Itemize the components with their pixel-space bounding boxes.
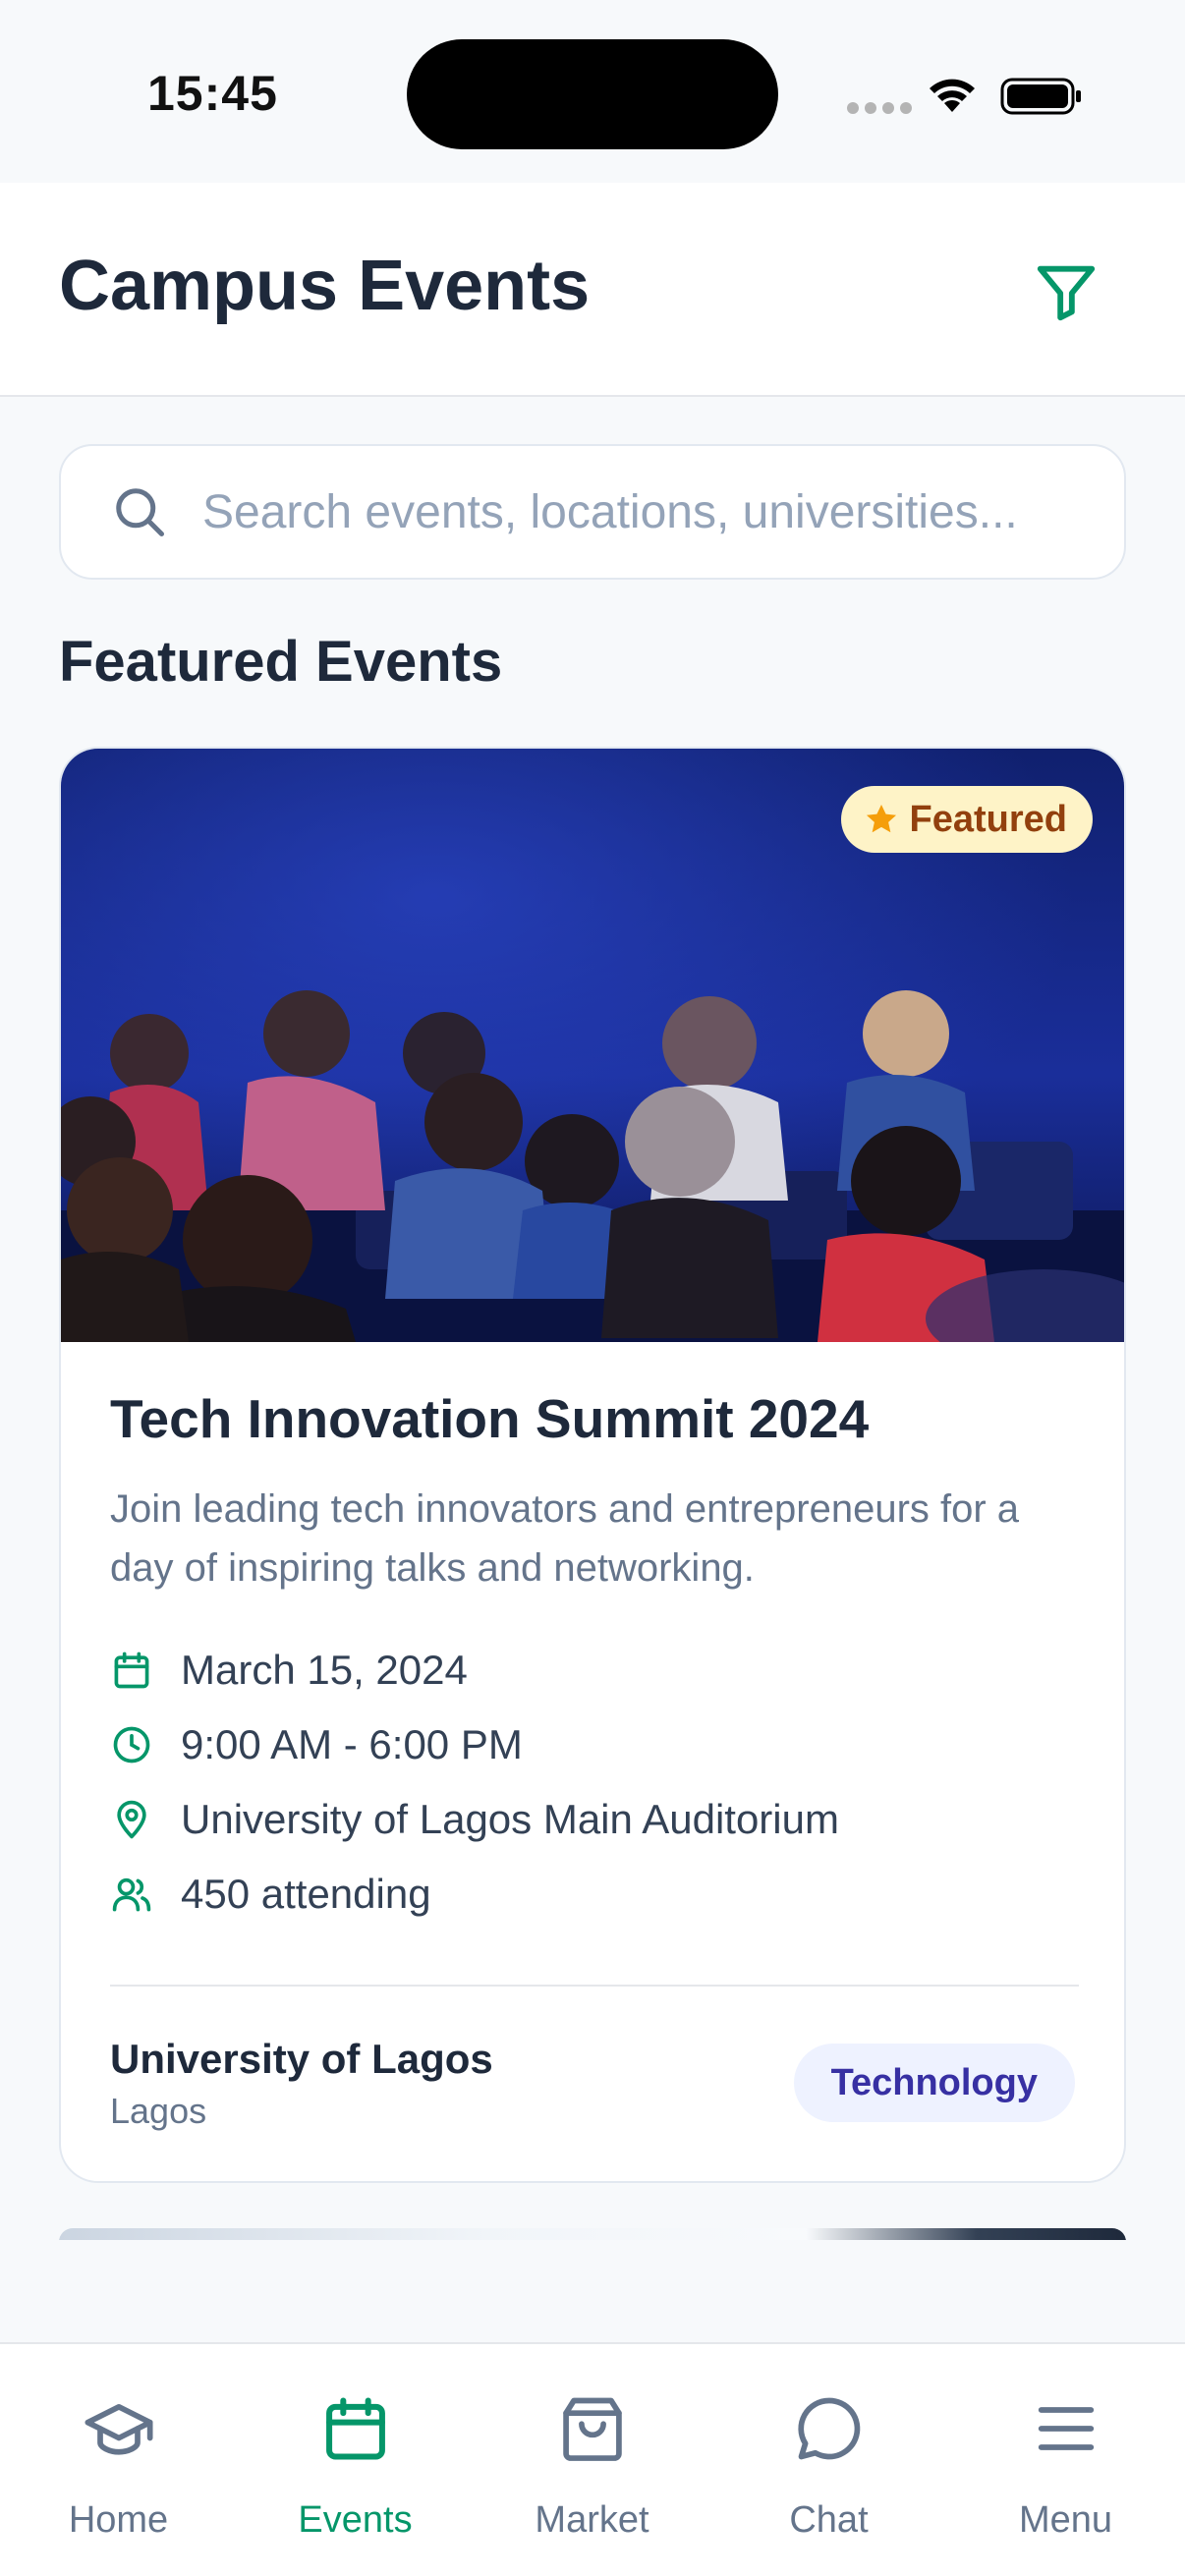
status-time: 15:45 bbox=[147, 66, 278, 121]
featured-badge-label: Featured bbox=[909, 798, 1067, 840]
search-bar[interactable] bbox=[59, 444, 1126, 580]
event-location-row: University of Lagos Main Auditorium bbox=[110, 1796, 839, 1843]
phone-screen: 15:45 Campus Events Feat bbox=[0, 0, 1185, 2576]
graduation-cap-icon bbox=[84, 2403, 153, 2455]
star-icon bbox=[866, 804, 896, 833]
search-input[interactable] bbox=[202, 484, 1087, 539]
clock-icon bbox=[113, 1726, 150, 1764]
calendar-icon bbox=[325, 2397, 385, 2460]
nav-label-chat: Chat bbox=[789, 2499, 869, 2541]
status-bar: 15:45 bbox=[0, 0, 1185, 183]
event-date: March 15, 2024 bbox=[181, 1647, 468, 1693]
event-location: University of Lagos Main Auditorium bbox=[181, 1796, 839, 1842]
filter-icon bbox=[1037, 265, 1096, 321]
card-divider bbox=[110, 1985, 1079, 1987]
nav-item-chat[interactable]: Chat bbox=[710, 2344, 947, 2576]
filter-button[interactable] bbox=[1022, 248, 1110, 336]
event-time-row: 9:00 AM - 6:00 PM bbox=[110, 1721, 523, 1768]
nav-item-home[interactable]: Home bbox=[0, 2344, 237, 2576]
search-icon bbox=[116, 488, 164, 536]
nav-label-events: Events bbox=[298, 2499, 413, 2541]
event-description: Join leading tech innovators and entrepr… bbox=[110, 1487, 1020, 1590]
wifi-icon bbox=[930, 79, 975, 112]
shopping-bag-icon bbox=[562, 2397, 622, 2461]
app-header: Campus Events bbox=[0, 183, 1185, 397]
nav-label-menu: Menu bbox=[1018, 2499, 1113, 2541]
nav-item-market[interactable]: Market bbox=[474, 2344, 710, 2576]
page-title: Campus Events bbox=[59, 247, 591, 325]
section-title: Featured Events bbox=[59, 630, 503, 694]
nav-label-home: Home bbox=[68, 2499, 169, 2541]
event-attendance-row: 450 attending bbox=[110, 1871, 431, 1918]
event-image: Featured bbox=[61, 749, 1124, 1342]
event-title: Tech Innovation Summit 2024 bbox=[110, 1388, 870, 1449]
event-card[interactable]: Featured Tech Innovation Summit 2024 Joi… bbox=[59, 747, 1126, 2183]
menu-icon bbox=[1038, 2407, 1094, 2450]
featured-badge: Featured bbox=[840, 786, 1093, 853]
map-pin-icon bbox=[117, 1800, 146, 1839]
battery-icon bbox=[1000, 78, 1081, 115]
dynamic-island bbox=[407, 39, 778, 149]
list-spacer bbox=[0, 2240, 1185, 2342]
nav-label-market: Market bbox=[535, 2499, 649, 2541]
nav-item-menu[interactable]: Menu bbox=[947, 2344, 1184, 2576]
calendar-icon bbox=[114, 1652, 149, 1689]
event-date-row: March 15, 2024 bbox=[110, 1647, 468, 1694]
university-city: Lagos bbox=[110, 2091, 207, 2131]
category-tag[interactable]: Technology bbox=[793, 2044, 1075, 2122]
users-icon bbox=[112, 1877, 151, 1912]
event-attendance: 450 attending bbox=[181, 1871, 431, 1917]
nav-item-events[interactable]: Events bbox=[237, 2344, 474, 2576]
bottom-nav: Home Events Market Chat Menu bbox=[0, 2342, 1185, 2576]
chat-bubble-icon bbox=[797, 2397, 860, 2460]
event-time: 9:00 AM - 6:00 PM bbox=[181, 1721, 523, 1767]
cellular-signal-icon bbox=[847, 102, 912, 114]
university-name: University of Lagos bbox=[110, 2036, 493, 2082]
